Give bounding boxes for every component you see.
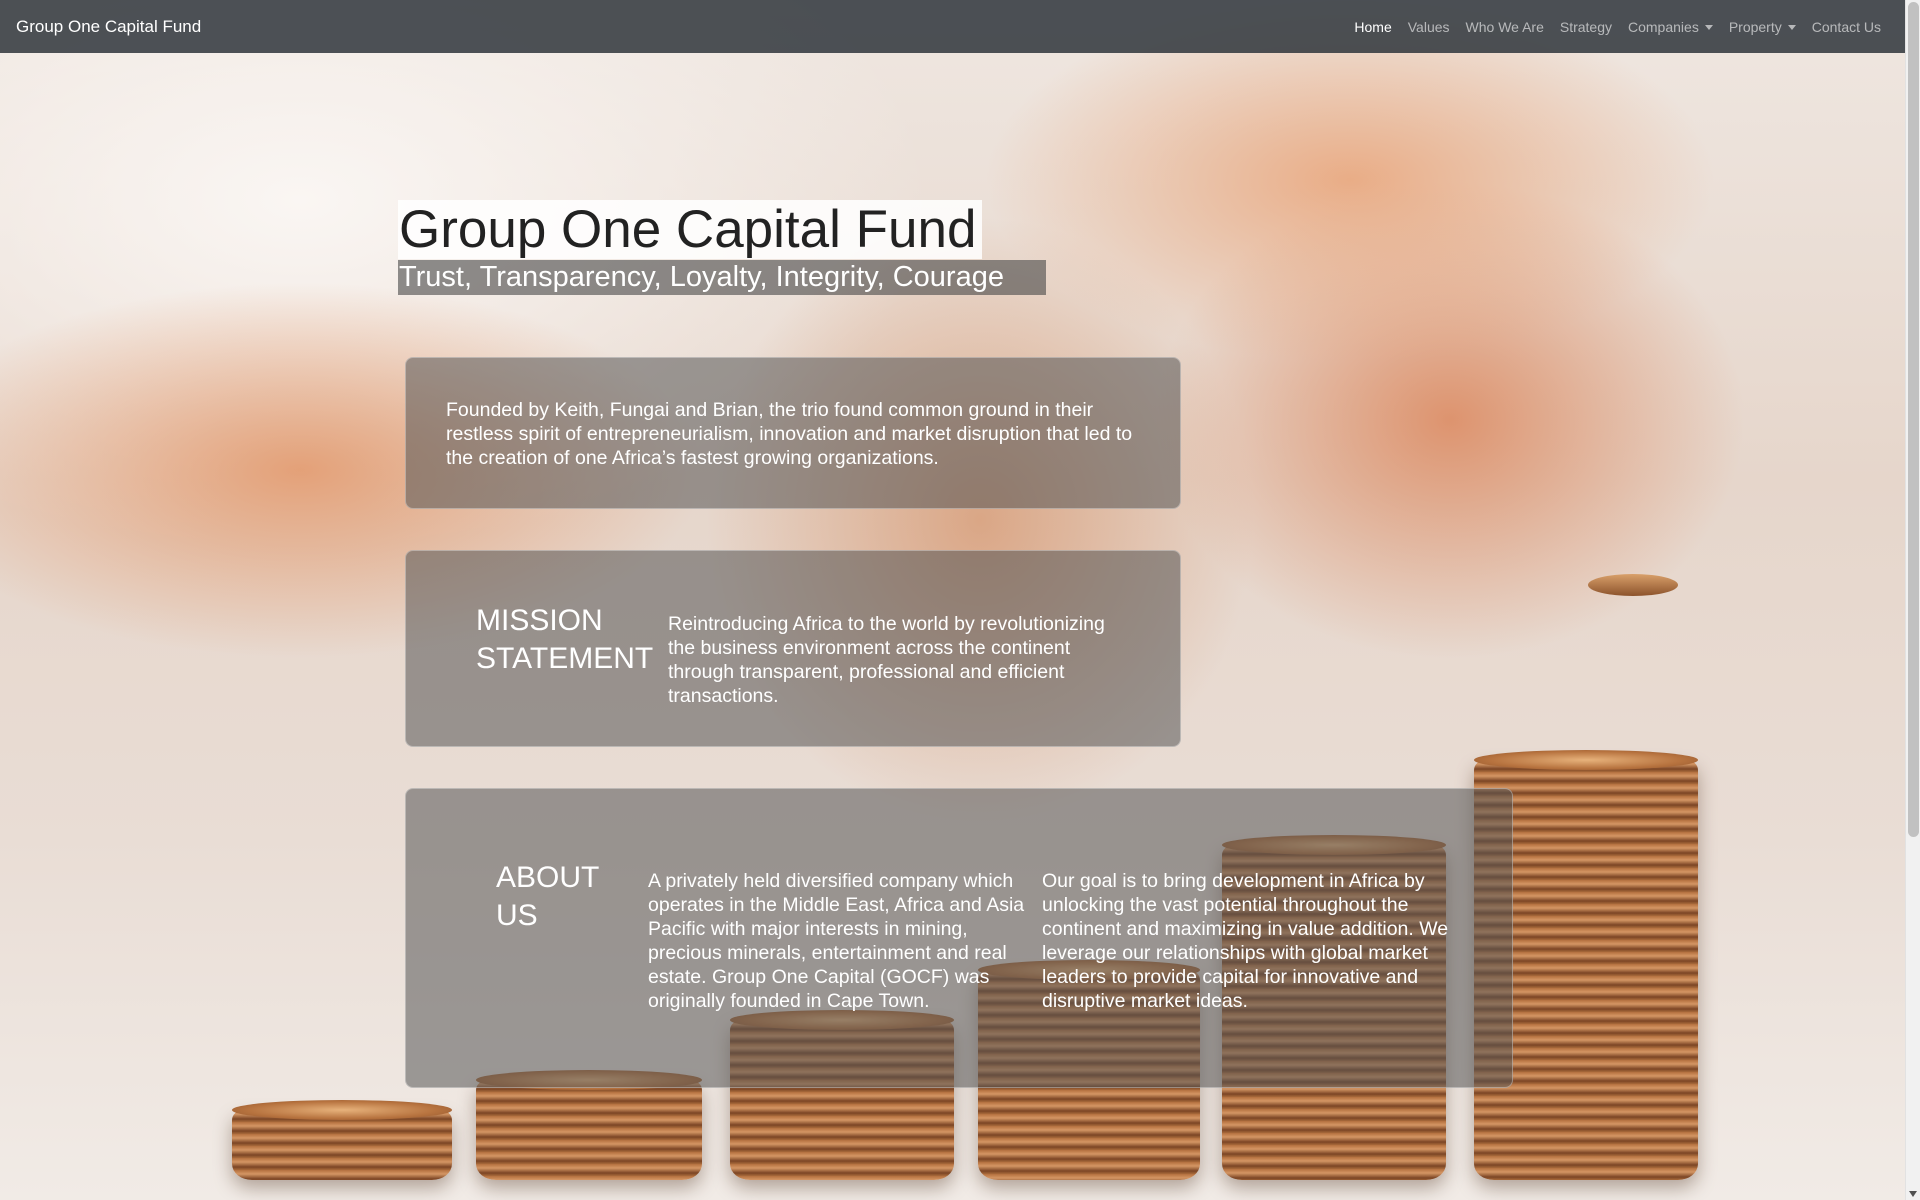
- coin-stack: [476, 1070, 702, 1180]
- about-text-column-2: Our goal is to bring development in Afri…: [1042, 870, 1449, 1012]
- brand-link[interactable]: Group One Capital Fund: [16, 17, 201, 37]
- founded-card: Founded by Keith, Fungai and Brian, the …: [405, 357, 1181, 509]
- about-heading: ABOUT US: [496, 861, 599, 932]
- nav-property-label: Property: [1728, 18, 1782, 35]
- hero-title: Group One Capital Fund: [398, 200, 983, 259]
- coin-stack: [232, 1100, 452, 1180]
- held-coin-graphic: [1588, 574, 1678, 596]
- page-scrollbar[interactable]: [1905, 0, 1920, 1200]
- nav-companies-dropdown[interactable]: Companies: [1620, 19, 1721, 35]
- mission-card: MISSION STATEMENT Reintroducing Africa t…: [405, 550, 1181, 747]
- nav-who-we-are-label: Who We Are: [1465, 18, 1544, 35]
- hero-subtitle: Trust, Transparency, Loyalty, Integrity,…: [398, 260, 1046, 295]
- founded-text: Founded by Keith, Fungai and Brian, the …: [446, 399, 1133, 469]
- nav-contact-us[interactable]: Contact Us: [1804, 19, 1889, 35]
- caret-down-icon: [1704, 25, 1713, 30]
- nav-property-dropdown[interactable]: Property: [1721, 19, 1804, 35]
- top-navbar: Group One Capital Fund Home Values Who W…: [0, 0, 1905, 53]
- about-card: ABOUT US A privately held diversified co…: [405, 788, 1513, 1088]
- nav-values-label: Values: [1407, 18, 1450, 35]
- mission-heading: MISSION STATEMENT: [476, 604, 654, 675]
- nav-contact-us-label: Contact Us: [1811, 18, 1881, 35]
- caret-down-icon: [1787, 25, 1796, 30]
- nav-companies-label: Companies: [1628, 18, 1699, 35]
- nav-strategy[interactable]: Strategy: [1552, 19, 1620, 35]
- nav-home-label: Home: [1354, 18, 1392, 35]
- about-text-column-1: A privately held diversified company whi…: [648, 870, 1025, 1012]
- scrollbar-thumb[interactable]: [1908, 2, 1919, 837]
- nav-strategy-label: Strategy: [1559, 18, 1612, 35]
- nav-who-we-are[interactable]: Who We Are: [1458, 19, 1552, 35]
- scroll-down-arrow-icon[interactable]: [1909, 1191, 1917, 1197]
- nav-links: Home Values Who We Are Strategy Companie…: [1346, 0, 1889, 53]
- nav-home[interactable]: Home: [1346, 19, 1399, 35]
- mission-text: Reintroducing Africa to the world by rev…: [668, 613, 1105, 707]
- nav-values[interactable]: Values: [1400, 19, 1458, 35]
